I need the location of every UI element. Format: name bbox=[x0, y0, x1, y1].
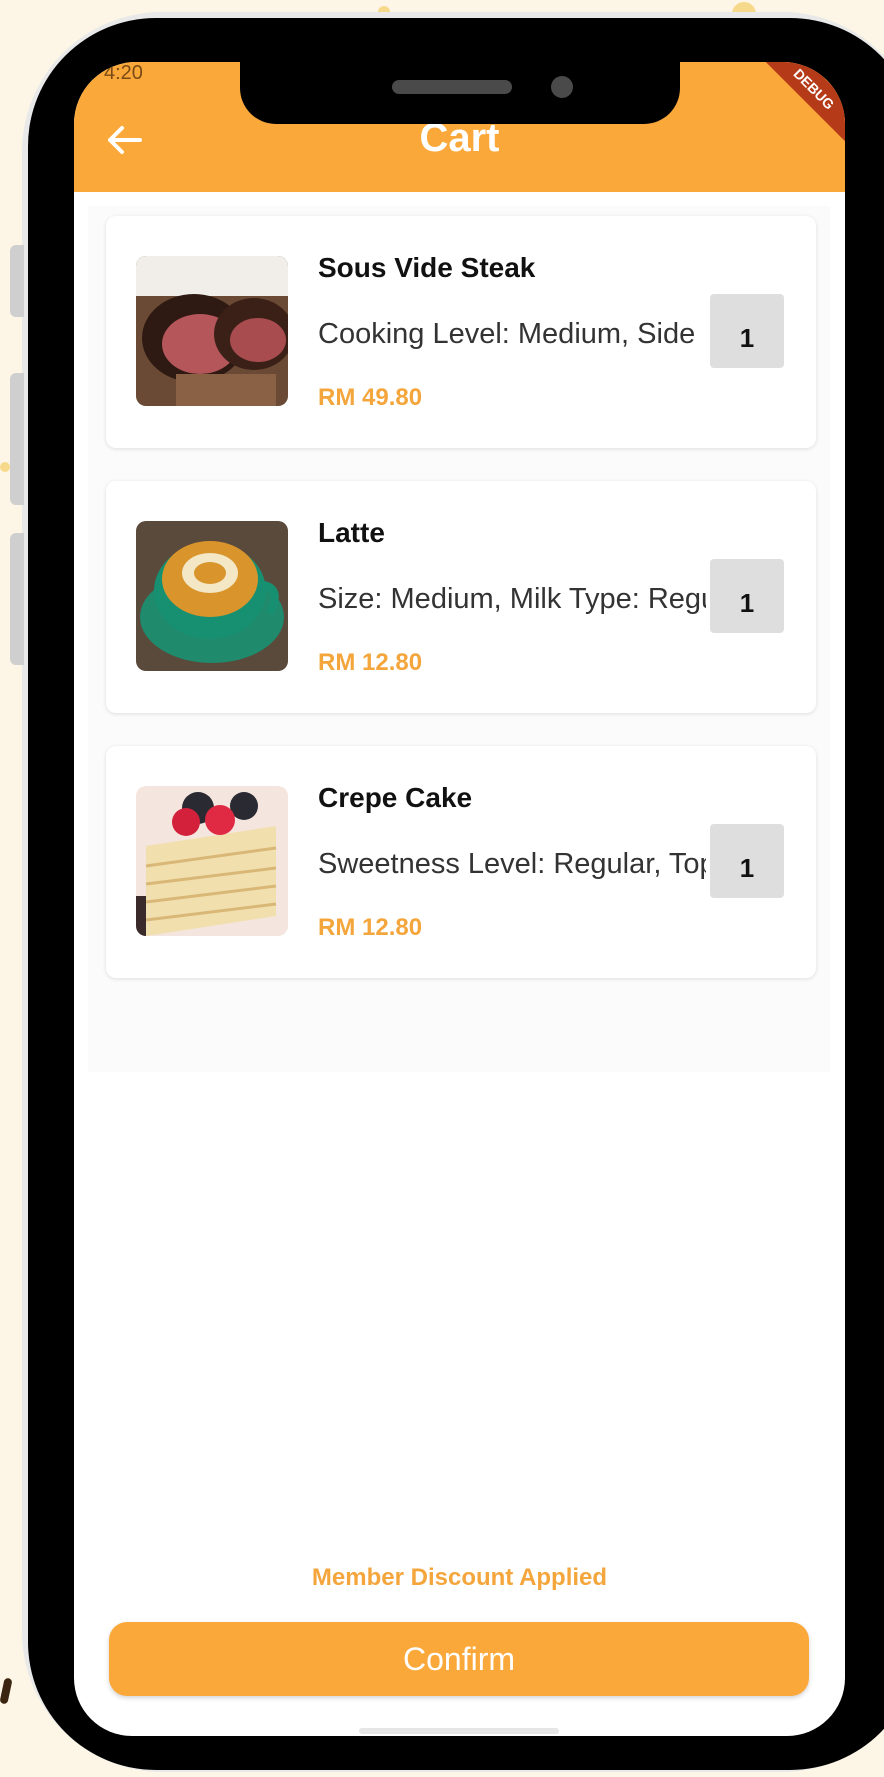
quantity-box[interactable]: 1 bbox=[710, 294, 784, 368]
cart-list: Sous Vide Steak Cooking Level: Medium, S… bbox=[88, 206, 830, 1072]
app-screen: 4:20 Cart DEBUG Sous Vide Steak Cooking … bbox=[74, 62, 845, 1736]
cart-item-card[interactable]: Crepe Cake Sweetness Level: Regular, Top… bbox=[106, 746, 816, 978]
background-dot bbox=[0, 462, 10, 472]
quantity-box[interactable]: 1 bbox=[710, 559, 784, 633]
item-options: Sweetness Level: Regular, Topping bbox=[318, 848, 706, 880]
power-button bbox=[10, 533, 24, 665]
cart-item-card[interactable]: Latte Size: Medium, Milk Type: Regular R… bbox=[106, 481, 816, 713]
item-price: RM 12.80 bbox=[318, 649, 423, 676]
steak-image bbox=[136, 256, 288, 406]
background-dot bbox=[0, 1677, 13, 1705]
volume-up-button bbox=[10, 245, 24, 317]
front-camera bbox=[551, 76, 573, 98]
home-indicator bbox=[359, 1728, 559, 1734]
latte-image bbox=[136, 521, 288, 671]
confirm-button[interactable]: Confirm bbox=[109, 1622, 809, 1696]
item-name: Crepe Cake bbox=[318, 782, 473, 813]
member-discount-label: Member Discount Applied bbox=[311, 1564, 608, 1591]
item-price: RM 49.80 bbox=[318, 384, 423, 411]
cart-item-card[interactable]: Sous Vide Steak Cooking Level: Medium, S… bbox=[106, 216, 816, 448]
status-time: 4:20 bbox=[104, 62, 143, 84]
item-options: Size: Medium, Milk Type: Regular bbox=[318, 583, 706, 615]
crepe-cake-image bbox=[136, 786, 288, 936]
item-options: Cooking Level: Medium, Side bbox=[318, 318, 696, 350]
volume-down-button bbox=[10, 373, 24, 505]
quantity-box[interactable]: 1 bbox=[710, 824, 784, 898]
item-price: RM 12.80 bbox=[318, 914, 423, 941]
speaker-grille bbox=[392, 80, 512, 94]
item-name: Sous Vide Steak bbox=[318, 252, 536, 283]
item-name: Latte bbox=[318, 517, 385, 548]
